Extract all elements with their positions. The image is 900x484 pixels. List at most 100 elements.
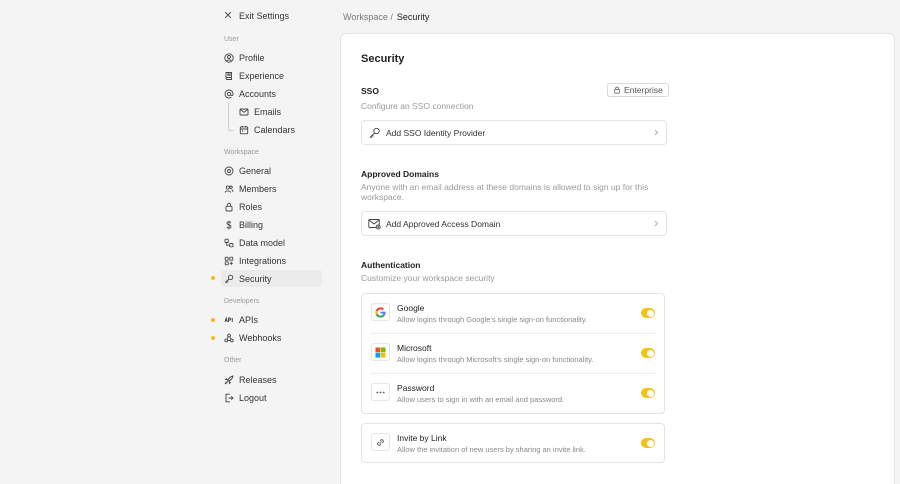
auth-methods-card: Google Allow logins through Google's sin…: [361, 293, 665, 414]
sidebar-item-logout[interactable]: Logout: [221, 389, 322, 406]
sidebar-item-releases[interactable]: Releases: [221, 371, 322, 388]
at-icon: [224, 89, 234, 98]
auth-option-description: Allow logins through Google's single sig…: [397, 315, 588, 324]
sidebar-item-profile[interactable]: Profile: [221, 49, 322, 66]
sso-heading: SSO: [361, 86, 379, 96]
key-icon: [369, 127, 380, 138]
approved-domains-heading: Approved Domains: [361, 169, 439, 179]
chevron-right-icon: [654, 129, 659, 136]
sidebar-item-general[interactable]: General: [221, 162, 322, 179]
sidebar-item-label: Roles: [239, 201, 263, 212]
password-toggle[interactable]: [641, 388, 655, 398]
sidebar-item-label: Emails: [254, 106, 282, 117]
sidebar-item-label: Accounts: [239, 88, 277, 99]
user-circle-icon: [224, 52, 234, 63]
auth-option-title: Invite by Link: [397, 433, 447, 443]
gear-icon: [224, 166, 234, 175]
sidebar-item-roles[interactable]: Roles: [221, 198, 322, 215]
webhook-icon: [224, 333, 234, 342]
invite-link-toggle[interactable]: [641, 438, 655, 448]
breadcrumb-workspace-link[interactable]: Workspace /: [343, 12, 393, 22]
apps-icon: [224, 256, 234, 265]
sidebar-item-emails[interactable]: Emails: [236, 103, 322, 120]
tree-connector: [228, 103, 234, 131]
sidebar-item-webhooks[interactable]: Webhooks: [221, 329, 322, 346]
approved-domains-description: Anyone with an email address at these do…: [361, 182, 649, 202]
password-dots-icon: [371, 383, 390, 401]
indicator-dot: [211, 318, 215, 322]
sidebar-item-apis[interactable]: APIs: [221, 311, 322, 328]
sidebar-item-label: Webhooks: [239, 332, 282, 343]
sidebar-item-label: Billing: [239, 219, 264, 230]
sidebar-item-label: Releases: [239, 374, 277, 385]
sidebar-item-calendars[interactable]: Calendars: [236, 121, 322, 138]
book-icon: [225, 71, 232, 80]
sidebar-item-label: Logout: [239, 392, 267, 403]
page-title: Security: [361, 53, 405, 65]
auth-option-invite-link: Invite by Link Allow the invitation of n…: [362, 424, 664, 464]
sso-description: Configure an SSO connection: [361, 101, 474, 111]
sidebar-item-security[interactable]: Security: [221, 270, 322, 287]
security-panel: Security SSO Configure an SSO connection…: [340, 33, 895, 484]
auth-option-title: Google: [397, 303, 425, 313]
microsoft-logo-icon: [371, 343, 390, 361]
section-label-user: User: [224, 36, 239, 43]
microsoft-toggle[interactable]: [641, 348, 655, 358]
sidebar-item-members[interactable]: Members: [221, 180, 322, 197]
invite-link-card: Invite by Link Allow the invitation of n…: [361, 423, 665, 463]
section-label-other: Other: [224, 357, 242, 364]
close-icon: ✕: [223, 9, 233, 22]
users-icon: [224, 184, 234, 193]
sidebar-item-experience[interactable]: Experience: [221, 67, 322, 84]
api-icon: [224, 315, 233, 322]
database-icon: [224, 238, 234, 247]
calendar-icon: [239, 125, 249, 134]
authentication-heading: Authentication: [361, 260, 421, 270]
add-sso-provider-button[interactable]: Add SSO Identity Provider: [361, 120, 667, 145]
auth-option-description: Allow users to sign in with an email and…: [397, 395, 565, 404]
add-approved-domain-label: Add Approved Access Domain: [386, 218, 501, 229]
dollar-icon: [226, 220, 232, 229]
auth-option-title: Password: [397, 383, 435, 393]
link-icon: [371, 433, 390, 451]
add-sso-provider-label: Add SSO Identity Provider: [386, 127, 486, 138]
rocket-icon: [224, 374, 234, 384]
enterprise-badge: Enterprise: [607, 83, 669, 97]
exit-settings-label: Exit Settings: [239, 11, 290, 21]
sidebar-item-label: APIs: [239, 314, 259, 325]
sidebar-item-accounts[interactable]: Accounts: [221, 85, 322, 102]
auth-option-microsoft: Microsoft Allow logins through Microsoft…: [362, 334, 664, 374]
breadcrumb-current: Security: [396, 12, 430, 22]
chevron-right-icon: [654, 220, 659, 227]
sidebar-item-label: Data model: [239, 237, 286, 248]
auth-option-description: Allow the invitation of new users by sha…: [397, 445, 586, 454]
auth-option-google: Google Allow logins through Google's sin…: [362, 294, 664, 334]
sidebar-item-label: Calendars: [254, 124, 296, 135]
section-label-developers: Developers: [224, 298, 260, 305]
sidebar-item-label: Experience: [239, 70, 285, 81]
indicator-dot: [211, 336, 215, 340]
exit-settings-button[interactable]: ✕ Exit Settings: [223, 9, 289, 23]
sidebar-item-data-model[interactable]: Data model: [221, 234, 322, 251]
google-toggle[interactable]: [641, 308, 655, 318]
active-indicator-dot: [211, 276, 215, 280]
sidebar-item-label: Integrations: [239, 255, 287, 266]
sidebar-item-label: Members: [239, 183, 277, 194]
sidebar-item-label: Profile: [239, 52, 265, 63]
auth-option-description: Allow logins through Microsoft's single …: [397, 355, 594, 364]
logout-icon: [225, 393, 234, 402]
breadcrumb: Workspace / Security: [343, 12, 429, 22]
section-label-workspace: Workspace: [224, 149, 259, 156]
mail-add-icon: [368, 218, 381, 229]
settings-sidebar: ✕ Exit Settings User Profile Experience …: [0, 0, 330, 484]
sidebar-item-label: General: [239, 165, 272, 176]
auth-option-title: Microsoft: [397, 343, 432, 353]
sidebar-item-billing[interactable]: Billing: [221, 216, 322, 233]
auth-option-password: Password Allow users to sign in with an …: [362, 374, 664, 414]
sidebar-item-integrations[interactable]: Integrations: [221, 252, 322, 269]
add-approved-domain-button[interactable]: Add Approved Access Domain: [361, 211, 667, 236]
key-icon: [224, 274, 234, 283]
lock-icon: [614, 86, 620, 94]
sidebar-item-label: Security: [239, 273, 272, 284]
enterprise-badge-label: Enterprise: [624, 85, 663, 95]
